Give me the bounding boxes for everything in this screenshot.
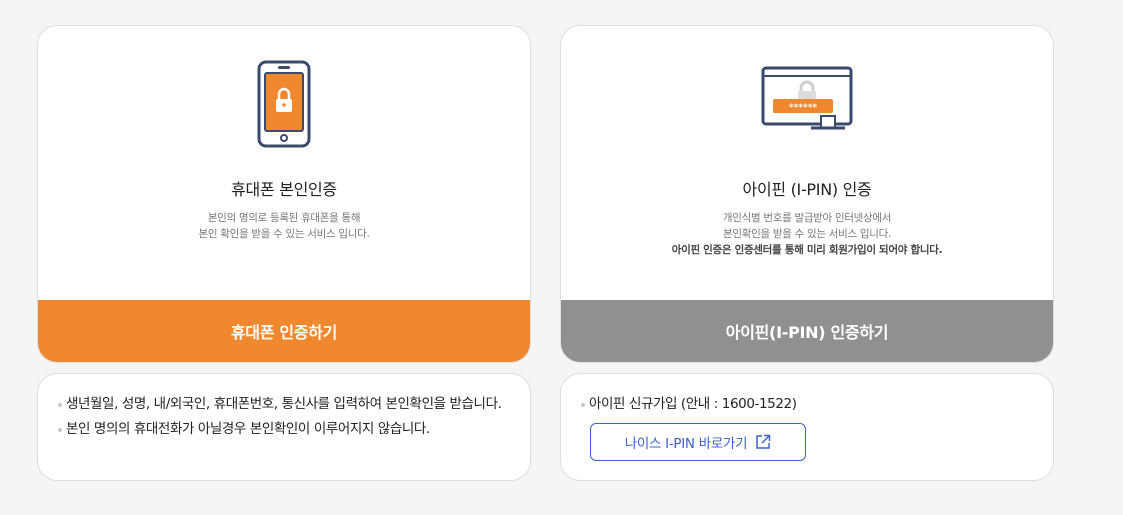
list-item: 생년월일, 성명, 내/외국인, 휴대폰번호, 통신사를 입력하여 본인확인을 … [58,394,510,415]
list-item: 아이핀 신규가입 (안내 : 1600-1522) [581,394,1033,415]
list-item-text: 본인 명의의 휴대전화가 아닐경우 본인확인이 이루어지지 않습니다. [66,421,430,437]
ipin-desc-notice: 아이핀 인증은 인증센터를 통해 미리 회원가입이 되어야 합니다. [671,244,943,256]
nice-ipin-link-label: 나이스 I-PIN 바로가기 [624,436,748,452]
ipin-auth-description: 개인식별 번호를 발급받아 인터넷상에서 본인확인을 받을 수 있는 서비스 입… [561,210,1053,258]
phone-info-box: 생년월일, 성명, 내/외국인, 휴대폰번호, 통신사를 입력하여 본인확인을 … [37,373,531,481]
list-item-text: 아이핀 신규가입 (안내 : 1600-1522) [589,396,797,412]
ipin-auth-button[interactable]: 아이핀(I-PIN) 인증하기 [561,300,1053,362]
bullet-icon [58,403,62,407]
external-link-icon [756,434,771,449]
phone-auth-button[interactable]: 휴대폰 인증하기 [38,300,530,362]
ipin-desc-line: 본인확인을 받을 수 있는 서비스 입니다. [723,228,891,240]
ipin-auth-title: 아이핀 (I-PIN) 인증 [742,180,872,199]
bullet-icon [58,428,62,432]
phone-auth-card: 휴대폰 본인인증 본인의 명의로 등록된 휴대폰을 통해 본인 확인을 받을 수… [37,25,531,363]
password-mask: ****** [789,103,818,113]
phone-lock-icon [38,60,530,152]
ipin-info-box: 아이핀 신규가입 (안내 : 1600-1522) 나이스 I-PIN 바로가기 [560,373,1054,481]
phone-desc-line: 본인의 명의로 등록된 휴대폰을 통해 [207,212,361,224]
phone-info-list: 생년월일, 성명, 내/외국인, 휴대폰번호, 통신사를 입력하여 본인확인을 … [58,394,510,444]
monitor-password-icon: ****** [561,66,1053,158]
list-item: 본인 명의의 휴대전화가 아닐경우 본인확인이 이루어지지 않습니다. [58,419,510,440]
phone-auth-description: 본인의 명의로 등록된 휴대폰을 통해 본인 확인을 받을 수 있는 서비스 입… [38,210,530,242]
nice-ipin-link-button[interactable]: 나이스 I-PIN 바로가기 [590,423,806,461]
ipin-info-list: 아이핀 신규가입 (안내 : 1600-1522) [581,394,1033,419]
ipin-desc-line: 개인식별 번호를 발급받아 인터넷상에서 [722,212,892,224]
list-item-text: 생년월일, 성명, 내/외국인, 휴대폰번호, 통신사를 입력하여 본인확인을 … [66,396,502,412]
ipin-auth-card: ****** 아이핀 (I-PIN) 인증 개인식별 번호를 발급받아 인터넷상… [560,25,1054,363]
bullet-icon [581,403,585,407]
phone-desc-line: 본인 확인을 받을 수 있는 서비스 입니다. [198,228,370,240]
phone-auth-title: 휴대폰 본인인증 [231,180,337,199]
